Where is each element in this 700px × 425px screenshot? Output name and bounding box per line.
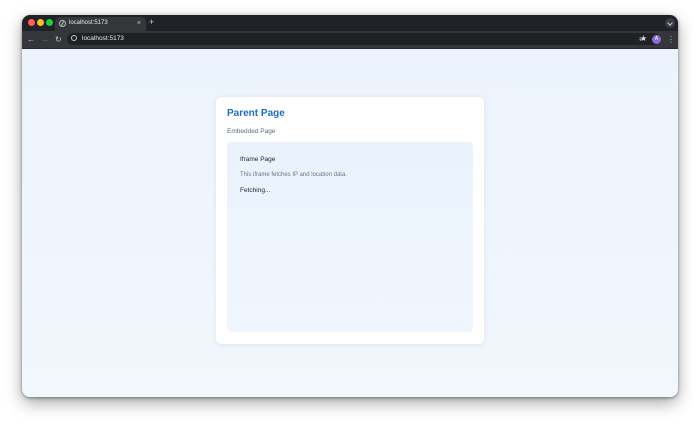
tab-strip: localhost:5173 × + xyxy=(22,15,678,31)
reload-button[interactable]: ↻ xyxy=(55,34,62,45)
iframe-title: Iframe Page xyxy=(240,156,276,163)
tab-localhost[interactable]: localhost:5173 × xyxy=(55,17,146,31)
globe-icon xyxy=(59,20,66,27)
window-close-button[interactable] xyxy=(28,19,35,26)
back-button[interactable]: ← xyxy=(27,34,35,45)
kebab-menu-icon[interactable]: ⋮ xyxy=(667,34,675,45)
info-icon[interactable] xyxy=(71,35,77,41)
address-bar[interactable]: localhost:5173 ★ xyxy=(67,33,659,45)
page-title: Parent Page xyxy=(227,108,285,119)
tab-title: localhost:5173 xyxy=(69,20,108,26)
chevron-down-icon[interactable] xyxy=(665,18,675,28)
avatar[interactable]: A xyxy=(652,35,661,44)
forward-button[interactable]: → xyxy=(41,34,49,45)
embedded-iframe[interactable]: Iframe Page This iframe fetches IP and l… xyxy=(227,142,473,332)
embedded-label: Embedded Page xyxy=(227,128,276,135)
new-tab-button[interactable]: + xyxy=(149,17,154,28)
status-text: Fetching... xyxy=(240,187,271,194)
tab-close-icon[interactable]: × xyxy=(137,19,141,28)
iframe-description: This iframe fetches IP and location data… xyxy=(240,172,347,178)
browser-toolbar: ← → ↻ localhost:5173 ★ ⇄ A ⋮ xyxy=(22,31,678,49)
page-viewport: Parent Page Embedded Page Iframe Page Th… xyxy=(22,49,678,397)
window-maximize-button[interactable] xyxy=(46,19,53,26)
extensions-icon[interactable]: ⇄ xyxy=(639,34,645,45)
window-minimize-button[interactable] xyxy=(37,19,44,26)
url-text[interactable]: localhost:5173 xyxy=(82,34,124,44)
parent-card: Parent Page Embedded Page Iframe Page Th… xyxy=(216,97,484,344)
browser-window: localhost:5173 × + ← → ↻ localhost:5173 … xyxy=(22,15,678,397)
